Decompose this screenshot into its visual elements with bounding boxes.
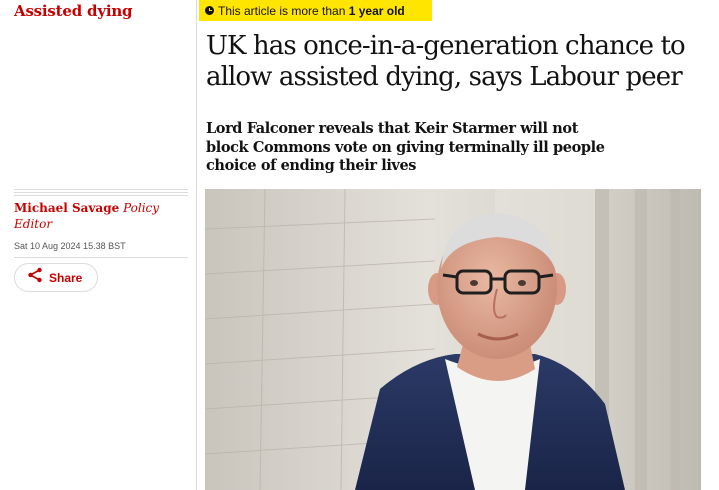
- section-kicker-link[interactable]: Assisted dying: [14, 2, 133, 20]
- left-meta-column: Assisted dying Michael Savage Policy Edi…: [0, 0, 197, 490]
- article-headline: UK has once-in-a-generation chance to al…: [206, 31, 686, 92]
- article-age-badge: This article is more than 1 year old: [199, 0, 432, 21]
- publish-date: Sat 10 Aug 2024 15.38 BST: [14, 241, 126, 251]
- meta-divider: [14, 257, 188, 258]
- author-link[interactable]: Michael Savage: [14, 201, 119, 215]
- portrait-photo: [205, 189, 701, 490]
- age-notice-prefix: This article is more than: [218, 3, 349, 18]
- article-standfirst: Lord Falconer reveals that Keir Starmer …: [206, 120, 605, 174]
- share-label: Share: [49, 270, 83, 285]
- byline-rule: [14, 189, 188, 198]
- byline: Michael Savage Policy Editor: [14, 200, 192, 232]
- age-notice-text: This article is more than 1 year old: [218, 4, 405, 18]
- share-icon: [27, 267, 43, 288]
- share-button[interactable]: Share: [14, 263, 98, 292]
- clock-icon: [205, 6, 214, 15]
- age-notice-age: 1 year old: [348, 3, 405, 18]
- hero-image[interactable]: [205, 189, 701, 490]
